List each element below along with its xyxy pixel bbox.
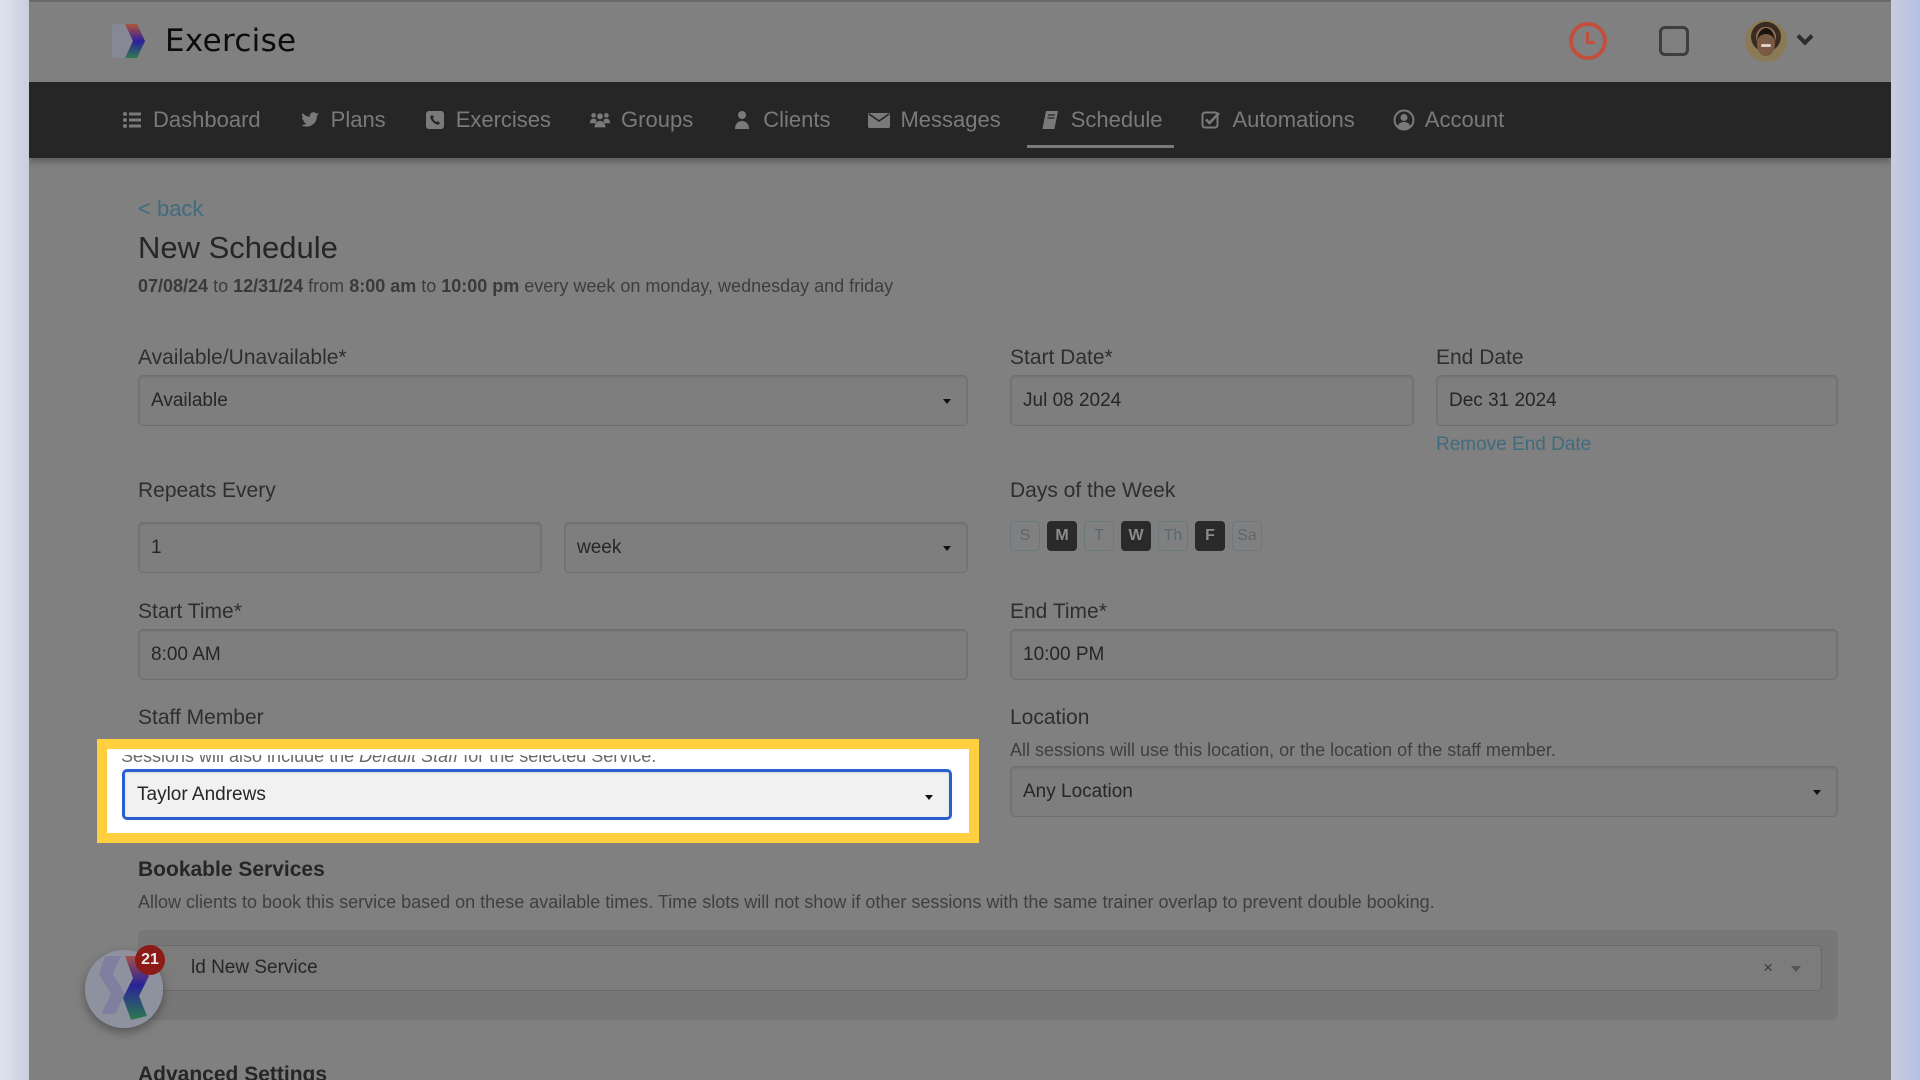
nav-item-dashboard[interactable]: Dashboard <box>109 82 273 158</box>
nav-item-account[interactable]: Account <box>1381 82 1517 158</box>
user-icon <box>735 111 750 129</box>
start-date-input[interactable]: Jul 08 2024 <box>1010 375 1414 426</box>
day-toggle-monday[interactable]: M <box>1047 521 1077 551</box>
square-icon[interactable] <box>1659 26 1689 56</box>
day-toggle-sunday[interactable]: S <box>1010 521 1040 551</box>
app-name: Exercise <box>165 23 297 59</box>
nav-label: Schedule <box>1070 107 1163 132</box>
nav-item-groups[interactable]: Groups <box>577 82 705 158</box>
repeats-count-input[interactable]: 1 <box>138 522 542 573</box>
main-nav: Dashboard Plans Exercises Groups Clients… <box>29 82 1891 158</box>
bookable-services-box: ld New Service × <box>138 930 1838 1020</box>
page-title: New Schedule <box>138 230 338 265</box>
day-toggle-wednesday[interactable]: W <box>1121 521 1151 551</box>
end-date-label: End Date <box>1436 346 1524 369</box>
nav-label: Groups <box>621 107 694 132</box>
advanced-settings-title: Advanced Settings <box>138 1063 328 1080</box>
summary-text: to <box>208 276 234 296</box>
summary-start-time: 8:00 am <box>349 276 417 296</box>
availability-value: Available <box>151 389 228 411</box>
end-time-value: 10:00 PM <box>1023 643 1105 665</box>
avatar[interactable] <box>1745 20 1787 62</box>
repeats-unit-select[interactable]: week <box>564 522 968 573</box>
nav-label: Messages <box>900 107 1001 132</box>
top-header: Exercise <box>29 2 1891 82</box>
notification-badge: 21 <box>135 945 165 975</box>
nav-item-automations[interactable]: Automations <box>1188 82 1366 158</box>
end-date-value: Dec 31 2024 <box>1449 389 1557 411</box>
exercise-logo-icon <box>112 24 145 58</box>
nav-label: Exercises <box>455 107 552 132</box>
location-select[interactable]: Any Location <box>1010 766 1838 817</box>
start-time-input[interactable]: 8:00 AM <box>138 629 968 680</box>
staff-help-text: Sessions will also include the <box>121 746 360 766</box>
availability-select[interactable]: Available <box>138 375 968 426</box>
check-square-icon <box>1201 111 1221 129</box>
end-time-label: End Time* <box>1010 600 1107 623</box>
nav-label: Plans <box>330 107 386 132</box>
staff-member-value: Taylor Andrews <box>137 783 266 805</box>
start-time-value: 8:00 AM <box>151 643 221 665</box>
brand[interactable]: Exercise <box>111 22 296 60</box>
days-of-week: S M T W Th F Sa <box>1010 521 1269 551</box>
nav-label: Account <box>1424 107 1505 132</box>
repeats-label: Repeats Every <box>138 479 276 502</box>
bookable-services-title: Bookable Services <box>138 858 325 881</box>
add-service-select[interactable]: ld New Service × <box>150 945 1822 991</box>
envelope-icon <box>868 113 891 128</box>
clock-icon[interactable] <box>1569 22 1607 60</box>
staff-help-text: for the selected Service. <box>458 746 657 766</box>
end-date-input[interactable]: Dec 31 2024 <box>1436 375 1838 426</box>
nav-item-messages[interactable]: Messages <box>856 82 1012 158</box>
summary-text: to <box>416 276 442 296</box>
nav-item-clients[interactable]: Clients <box>719 82 842 158</box>
days-label: Days of the Week <box>1010 479 1176 502</box>
nav-item-plans[interactable]: Plans <box>287 82 398 158</box>
twitter-bird-icon <box>300 112 319 127</box>
add-service-placeholder: ld New Service <box>191 957 318 978</box>
day-toggle-friday[interactable]: F <box>1195 521 1225 551</box>
location-label: Location <box>1010 706 1090 729</box>
list-icon <box>123 112 141 128</box>
nav-label: Automations <box>1232 107 1355 132</box>
back-link[interactable]: < back <box>138 196 203 222</box>
summary-text: from <box>303 276 350 296</box>
staff-help: Sessions will also include the Default S… <box>121 746 657 767</box>
day-toggle-saturday[interactable]: Sa <box>1232 521 1262 551</box>
day-toggle-thursday[interactable]: Th <box>1158 521 1188 551</box>
chevron-down-icon[interactable] <box>1791 966 1801 972</box>
summary-text: every week on monday, wednesday and frid… <box>519 276 894 296</box>
end-time-input[interactable]: 10:00 PM <box>1010 629 1838 680</box>
nav-label: Clients <box>763 107 831 132</box>
staff-label: Staff Member <box>138 706 264 729</box>
staff-highlight: Sessions will also include the Default S… <box>97 739 979 843</box>
clear-icon[interactable]: × <box>1763 958 1773 978</box>
schedule-summary: 07/08/24 to 12/31/24 from 8:00 am to 10:… <box>138 276 893 297</box>
user-circle-icon <box>1393 109 1415 131</box>
users-icon <box>589 113 611 128</box>
chevron-down-icon[interactable] <box>1796 28 1814 46</box>
start-date-value: Jul 08 2024 <box>1023 389 1122 411</box>
staff-help-emphasis: Default Staff <box>359 746 459 766</box>
availability-label: Available/Unavailable* <box>138 346 347 369</box>
summary-end-date: 12/31/24 <box>233 276 304 296</box>
book-icon <box>1042 111 1058 129</box>
bookable-services-help: Allow clients to book this service based… <box>138 892 1435 912</box>
day-toggle-tuesday[interactable]: T <box>1084 521 1114 551</box>
remove-end-date-link[interactable]: Remove End Date <box>1436 434 1591 456</box>
nav-item-exercises[interactable]: Exercises <box>412 82 563 158</box>
location-help: All sessions will use this location, or … <box>1010 740 1556 760</box>
staff-member-select[interactable]: Taylor Andrews <box>122 769 952 820</box>
location-value: Any Location <box>1023 780 1133 802</box>
summary-start-date: 07/08/24 <box>138 276 209 296</box>
app-window: Exercise Dashboard Plans Exercises Group… <box>29 0 1891 1080</box>
summary-end-time: 10:00 pm <box>441 276 520 296</box>
nav-label: Dashboard <box>153 107 261 132</box>
repeats-unit-value: week <box>577 536 622 558</box>
repeats-count-value: 1 <box>151 536 162 558</box>
phone-square-icon <box>425 111 444 129</box>
start-time-label: Start Time* <box>138 600 242 623</box>
nav-item-schedule[interactable]: Schedule <box>1026 82 1175 158</box>
start-date-label: Start Date* <box>1010 346 1113 369</box>
